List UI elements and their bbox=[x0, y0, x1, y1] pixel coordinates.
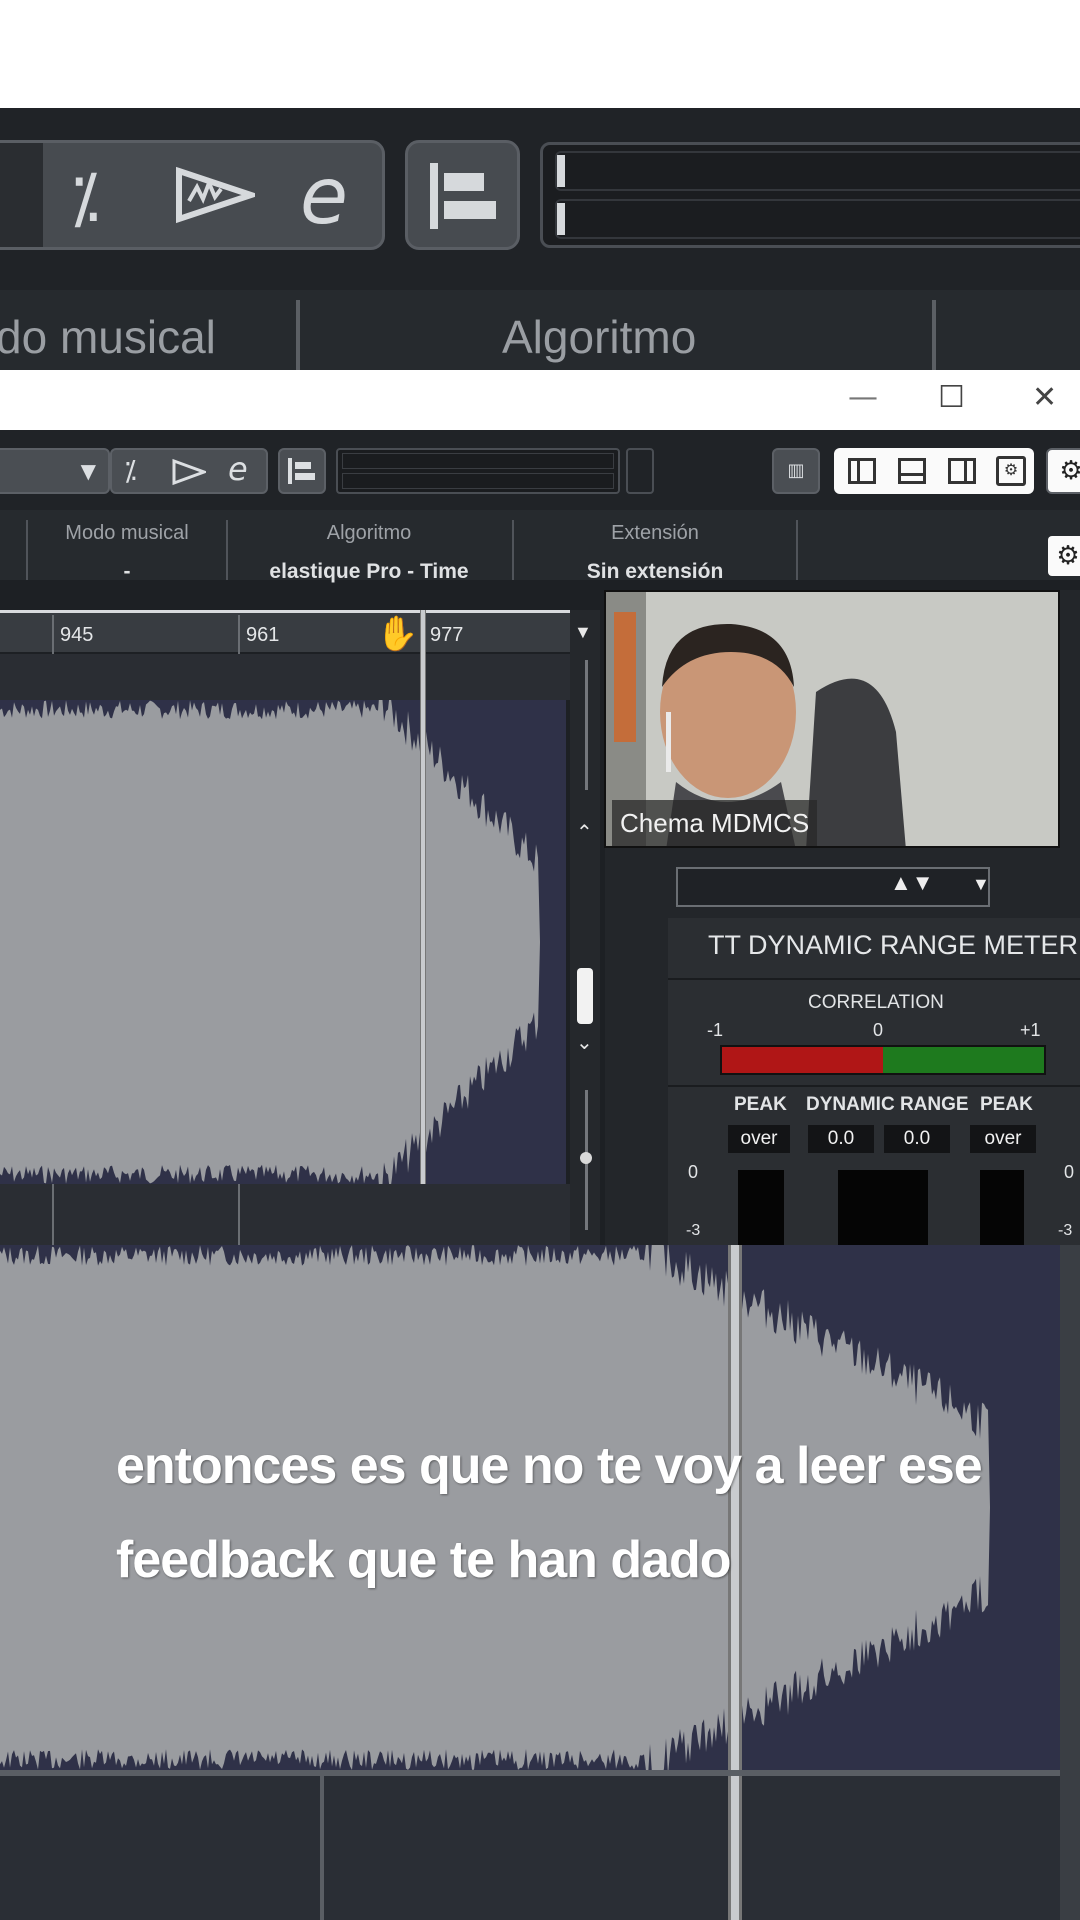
settings-gear-button[interactable]: ⚙ bbox=[1046, 448, 1080, 494]
chevron-down-icon[interactable]: ⌄ bbox=[576, 1030, 593, 1055]
align-button[interactable] bbox=[278, 448, 326, 494]
align-button[interactable] bbox=[405, 140, 520, 250]
meter-row-1 bbox=[555, 151, 1080, 191]
meter-row-2 bbox=[555, 199, 1080, 239]
playhead bbox=[420, 610, 426, 1245]
ruler-gap bbox=[0, 654, 570, 700]
correlation-negative-fill bbox=[722, 1047, 883, 1073]
header-separator bbox=[796, 520, 798, 580]
layout-left-button[interactable] bbox=[848, 458, 876, 484]
peak-right-label: PEAK bbox=[980, 1094, 1033, 1115]
window-titlebar bbox=[0, 370, 1080, 430]
ruler-label-977: 977 bbox=[430, 624, 464, 646]
close-button[interactable]: ✕ bbox=[1032, 380, 1057, 415]
dr-left-value: 0.0 bbox=[808, 1125, 874, 1153]
algorithm-value[interactable]: elastique Pro - Time bbox=[228, 560, 510, 584]
extension-value[interactable]: Sin extensión bbox=[514, 560, 796, 584]
minimize-button[interactable]: — bbox=[848, 380, 878, 415]
ruler-tick bbox=[52, 615, 54, 655]
zoomed-track-divider bbox=[0, 1770, 1060, 1776]
peak-left-meter bbox=[738, 1170, 784, 1245]
quantize-ratio-icon[interactable]: ⁒ bbox=[124, 454, 137, 487]
level-meter bbox=[336, 448, 620, 494]
elastique-icon[interactable]: e bbox=[300, 152, 348, 242]
peak-right-value: over bbox=[970, 1125, 1036, 1153]
scroll-thumb[interactable] bbox=[577, 968, 593, 1024]
waveform-display bbox=[0, 685, 566, 1199]
scale-label-minus3-left: -3 bbox=[686, 1222, 701, 1239]
peak-right-meter bbox=[980, 1170, 1024, 1245]
scale-label-minus3-right: -3 bbox=[1058, 1222, 1073, 1239]
zoomed-grid-line bbox=[320, 1776, 324, 1920]
elastique-icon[interactable]: e bbox=[228, 450, 248, 488]
waveform-tool-icon[interactable] bbox=[172, 458, 206, 486]
header-separator bbox=[296, 300, 300, 370]
dynamic-range-label: DYNAMIC RANGE bbox=[806, 1094, 969, 1115]
caption-line-1: entonces es que no te voy a leer ese bbox=[116, 1437, 983, 1495]
meter-title: TT DYNAMIC RANGE METER bbox=[708, 930, 1079, 960]
hand-cursor-icon: ✋ bbox=[376, 614, 419, 654]
chevron-up-icon[interactable]: ⌃ bbox=[576, 820, 593, 845]
dynamic-range-meter bbox=[838, 1170, 928, 1245]
preset-field[interactable] bbox=[676, 867, 990, 907]
layout-right-button[interactable] bbox=[948, 458, 976, 484]
correlation-max: +1 bbox=[1020, 1020, 1041, 1040]
algorithm-label: Algoritmo bbox=[326, 522, 412, 544]
correlation-min: -1 bbox=[707, 1020, 724, 1040]
dr-right-value: 0.0 bbox=[884, 1125, 950, 1153]
meter-title-divider bbox=[668, 978, 1080, 980]
quantize-ratio-icon[interactable]: ⁒ bbox=[70, 160, 100, 237]
meter-marker-2 bbox=[557, 203, 565, 235]
dropdown-button[interactable]: ▼ bbox=[0, 448, 110, 494]
keyboard-button[interactable]: ▥ bbox=[772, 448, 820, 494]
tool-group-edge bbox=[0, 143, 43, 247]
level-meter-box bbox=[540, 142, 1080, 248]
preset-up-down-icon[interactable]: ▲▼ bbox=[890, 870, 934, 896]
maximize-button[interactable]: ☐ bbox=[938, 380, 965, 415]
zoomed-toolbar-view: ⁒ e do musical Algoritmo bbox=[0, 0, 1080, 370]
correlation-positive-fill bbox=[883, 1047, 1044, 1073]
window-settings-icon[interactable]: ⚙ bbox=[996, 456, 1026, 486]
zoom-slider-track[interactable] bbox=[585, 660, 588, 790]
correlation-mid: 0 bbox=[873, 1020, 884, 1040]
header-separator bbox=[932, 300, 936, 370]
ruler-label-945: 945 bbox=[60, 624, 94, 646]
layout-bottom-button[interactable] bbox=[898, 458, 926, 484]
scale-label-0-left: 0 bbox=[688, 1162, 699, 1182]
ruler-tick bbox=[238, 615, 240, 655]
align-left-icon bbox=[288, 458, 315, 484]
extension-label: Extensión bbox=[611, 522, 699, 544]
header-algorithm-zoomed: Algoritmo bbox=[502, 311, 697, 363]
meter-section-divider bbox=[668, 1085, 1080, 1087]
musical-mode-label: Modo musical bbox=[65, 522, 189, 544]
zoomed-waveform bbox=[0, 1245, 1060, 1770]
peak-left-value: over bbox=[728, 1125, 790, 1153]
chevron-down-icon[interactable]: ▼ bbox=[574, 622, 592, 643]
zoom-knob[interactable] bbox=[580, 1152, 592, 1164]
caption-line-2: feedback que te han dado bbox=[116, 1531, 732, 1589]
header-musical-mode-zoomed: do musical bbox=[0, 311, 216, 363]
header-separator bbox=[26, 520, 28, 580]
correlation-label: CORRELATION bbox=[808, 992, 944, 1013]
correlation-bar bbox=[720, 1045, 1046, 1075]
ruler-label-961: 961 bbox=[246, 624, 280, 646]
webcam-name-label: Chema MDMCS bbox=[612, 800, 818, 846]
inspector-settings-button[interactable]: ⚙ bbox=[1048, 536, 1080, 576]
zoomed-right-edge bbox=[1060, 1245, 1080, 1920]
scale-label-0-right: 0 bbox=[1064, 1162, 1075, 1182]
musical-mode-value[interactable]: - bbox=[30, 560, 224, 584]
waveform-track[interactable] bbox=[0, 685, 566, 1199]
peak-left-label: PEAK bbox=[734, 1094, 787, 1115]
waveform-tool-icon[interactable] bbox=[175, 165, 255, 225]
align-left-icon bbox=[430, 163, 496, 229]
grid-line bbox=[52, 1184, 54, 1245]
track-footer bbox=[0, 1184, 570, 1245]
meter-end-box bbox=[626, 448, 654, 494]
grid-line bbox=[238, 1184, 240, 1245]
preset-dropdown-icon[interactable]: ▼ bbox=[972, 874, 990, 895]
meter-marker-1 bbox=[557, 155, 565, 187]
